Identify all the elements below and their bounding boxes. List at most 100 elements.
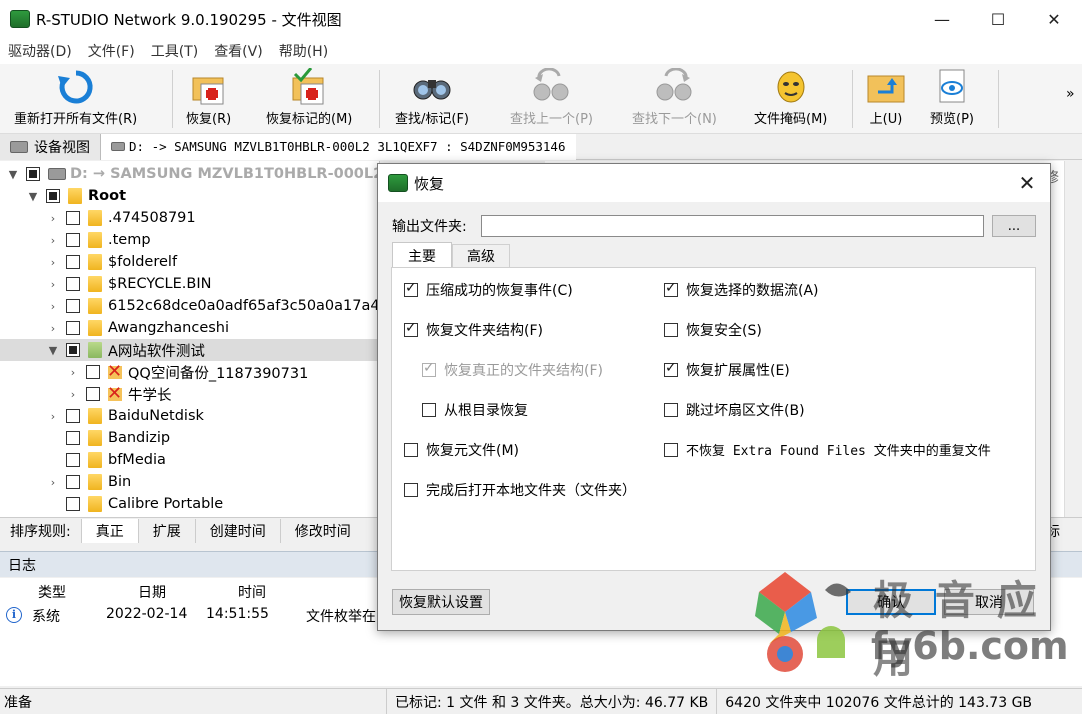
sort-tab-real[interactable]: 真正: [80, 518, 138, 543]
chevron-right-icon[interactable]: ›: [46, 234, 60, 247]
tree-checkbox[interactable]: [66, 497, 80, 511]
tab-device-view[interactable]: 设备视图: [0, 133, 101, 160]
file-mask-button[interactable]: 文件掩码(M): [754, 68, 827, 130]
menu-file[interactable]: 文件(F): [80, 41, 143, 61]
tree-checkbox[interactable]: [66, 233, 80, 247]
menu-view[interactable]: 查看(V): [206, 41, 271, 61]
tree-item[interactable]: Calibre Portable: [46, 493, 223, 515]
tree-item-selected[interactable]: ▼ A网站软件测试: [0, 339, 379, 361]
preview-button[interactable]: 预览(P): [930, 68, 974, 130]
tree-item[interactable]: › BaiduNetdisk: [46, 405, 204, 427]
tree-checkbox[interactable]: [66, 255, 80, 269]
menu-help[interactable]: 帮助(H): [271, 41, 336, 61]
option-checkbox[interactable]: [404, 483, 418, 497]
option-open-folder-after[interactable]: 完成后打开本地文件夹（文件夹）: [404, 480, 636, 500]
tree-item[interactable]: › .temp: [46, 229, 151, 251]
tree-item[interactable]: › .474508791: [46, 207, 196, 229]
chevron-down-icon[interactable]: ▼: [26, 190, 40, 203]
tree-item[interactable]: › 6152c68dce0a0adf65af3c50a0a17a47: [46, 295, 379, 317]
tree-item[interactable]: › Bin: [46, 471, 131, 493]
tree-item[interactable]: ›QQ空间备份_1187390731: [66, 361, 309, 383]
tree-checkbox[interactable]: [26, 167, 40, 181]
tree-checkbox[interactable]: [86, 387, 100, 401]
tree-item[interactable]: Bandizip: [46, 427, 170, 449]
tree-checkbox[interactable]: [66, 343, 80, 357]
tree-checkbox[interactable]: [66, 211, 80, 225]
chevron-right-icon[interactable]: ›: [46, 278, 60, 291]
maximize-button[interactable]: ☐: [970, 0, 1026, 38]
close-button[interactable]: ✕: [1026, 0, 1082, 38]
find-next-button[interactable]: 查找下一个(N): [632, 68, 717, 130]
option-checkbox[interactable]: [404, 320, 418, 337]
chevron-down-icon[interactable]: ▼: [46, 344, 60, 357]
tree-checkbox[interactable]: [66, 321, 80, 335]
find-previous-button[interactable]: 查找上一个(P): [510, 68, 593, 130]
option-compress-events[interactable]: 压缩成功的恢复事件(C): [404, 280, 573, 300]
tab-file-path[interactable]: D: -> SAMSUNG MZVLB1T0HBLR-000L2 3L1QEXF…: [101, 133, 576, 160]
sort-tab-created[interactable]: 创建时间: [194, 518, 280, 543]
chevron-right-icon[interactable]: ›: [66, 388, 80, 401]
tree-item[interactable]: bfMedia: [46, 449, 166, 471]
tree-checkbox[interactable]: [66, 475, 80, 489]
option-checkbox[interactable]: [422, 403, 436, 417]
option-checkbox[interactable]: [404, 280, 418, 297]
tree-item[interactable]: › $RECYCLE.BIN: [46, 273, 211, 295]
tree-drive-node[interactable]: ▼ D: → SAMSUNG MZVLB1T0HBLR-000L2 3: [6, 163, 379, 185]
chevron-right-icon[interactable]: ›: [46, 212, 60, 225]
tree-root-node[interactable]: ▼ Root: [26, 185, 126, 207]
chevron-right-icon[interactable]: ›: [66, 366, 80, 379]
reopen-all-button[interactable]: 重新打开所有文件(R): [14, 68, 137, 130]
sort-tab-extension[interactable]: 扩展: [137, 518, 195, 543]
option-recover-extended-attributes[interactable]: 恢复扩展属性(E): [664, 360, 790, 380]
option-checkbox[interactable]: [664, 403, 678, 417]
chevron-right-icon[interactable]: ›: [46, 322, 60, 335]
option-recover-metafiles[interactable]: 恢复元文件(M): [404, 440, 519, 460]
minimize-button[interactable]: —: [914, 0, 970, 38]
tree-checkbox[interactable]: [66, 299, 80, 313]
menu-tools[interactable]: 工具(T): [143, 41, 206, 61]
ok-button[interactable]: 确认: [846, 589, 936, 615]
up-button[interactable]: 上(U): [866, 68, 906, 130]
sort-tab-modified[interactable]: 修改时间: [279, 518, 365, 543]
tree-item[interactable]: › $folderelf: [46, 251, 177, 273]
folder-icon: [88, 210, 102, 226]
recover-marked-button[interactable]: 恢复标记的(M): [266, 68, 352, 130]
tree-checkbox[interactable]: [66, 409, 80, 423]
option-checkbox[interactable]: [404, 443, 418, 457]
chevron-down-icon[interactable]: ▼: [6, 168, 20, 181]
tree-checkbox[interactable]: [66, 453, 80, 467]
cancel-button[interactable]: 取消: [944, 589, 1034, 615]
menu-drive[interactable]: 驱动器(D): [0, 41, 80, 61]
option-checkbox[interactable]: [664, 442, 678, 457]
option-recover-from-root[interactable]: 从根目录恢复: [422, 400, 528, 420]
option-checkbox[interactable]: [664, 280, 678, 297]
option-recover-security[interactable]: 恢复安全(S): [664, 320, 762, 340]
option-skip-bad-sectors[interactable]: 跳过坏扇区文件(B): [664, 400, 805, 420]
option-recover-data-streams[interactable]: 恢复选择的数据流(A): [664, 280, 819, 300]
dialog-close-button[interactable]: ✕: [1014, 170, 1040, 196]
tree-checkbox[interactable]: [86, 365, 100, 379]
chevron-right-icon[interactable]: ›: [46, 300, 60, 313]
tab-main[interactable]: 主要: [392, 242, 452, 268]
option-checkbox[interactable]: [664, 323, 678, 337]
reset-defaults-button[interactable]: 恢复默认设置: [392, 589, 490, 615]
chevron-right-icon[interactable]: ›: [46, 256, 60, 269]
chevron-right-icon[interactable]: ›: [46, 476, 60, 489]
tree-item[interactable]: ›牛学长: [66, 383, 172, 405]
browse-button[interactable]: ...: [992, 215, 1036, 237]
recover-button[interactable]: 恢复(R): [186, 68, 231, 130]
tab-advanced[interactable]: 高级: [452, 244, 510, 267]
output-folder-input[interactable]: [481, 215, 984, 237]
tree-item[interactable]: › Awangzhanceshi: [46, 317, 229, 339]
option-recover-folder-structure[interactable]: 恢复文件夹结构(F): [404, 320, 543, 340]
tree-checkbox[interactable]: [46, 189, 60, 203]
tree-checkbox[interactable]: [66, 431, 80, 445]
chevron-right-icon[interactable]: ›: [46, 410, 60, 423]
option-checkbox[interactable]: [664, 360, 678, 377]
option-skip-duplicate-extra-found[interactable]: 不恢复 Extra Found Files 文件夹中的重复文件: [664, 440, 991, 459]
find-mark-button[interactable]: 查找/标记(F): [395, 68, 469, 130]
tree-checkbox[interactable]: [66, 277, 80, 291]
option-recover-real-folder-structure: 恢复真正的文件夹结构(F): [422, 360, 603, 380]
toolbar-overflow-button[interactable]: »: [1066, 86, 1075, 102]
file-list-scrollbar[interactable]: [1064, 161, 1082, 517]
